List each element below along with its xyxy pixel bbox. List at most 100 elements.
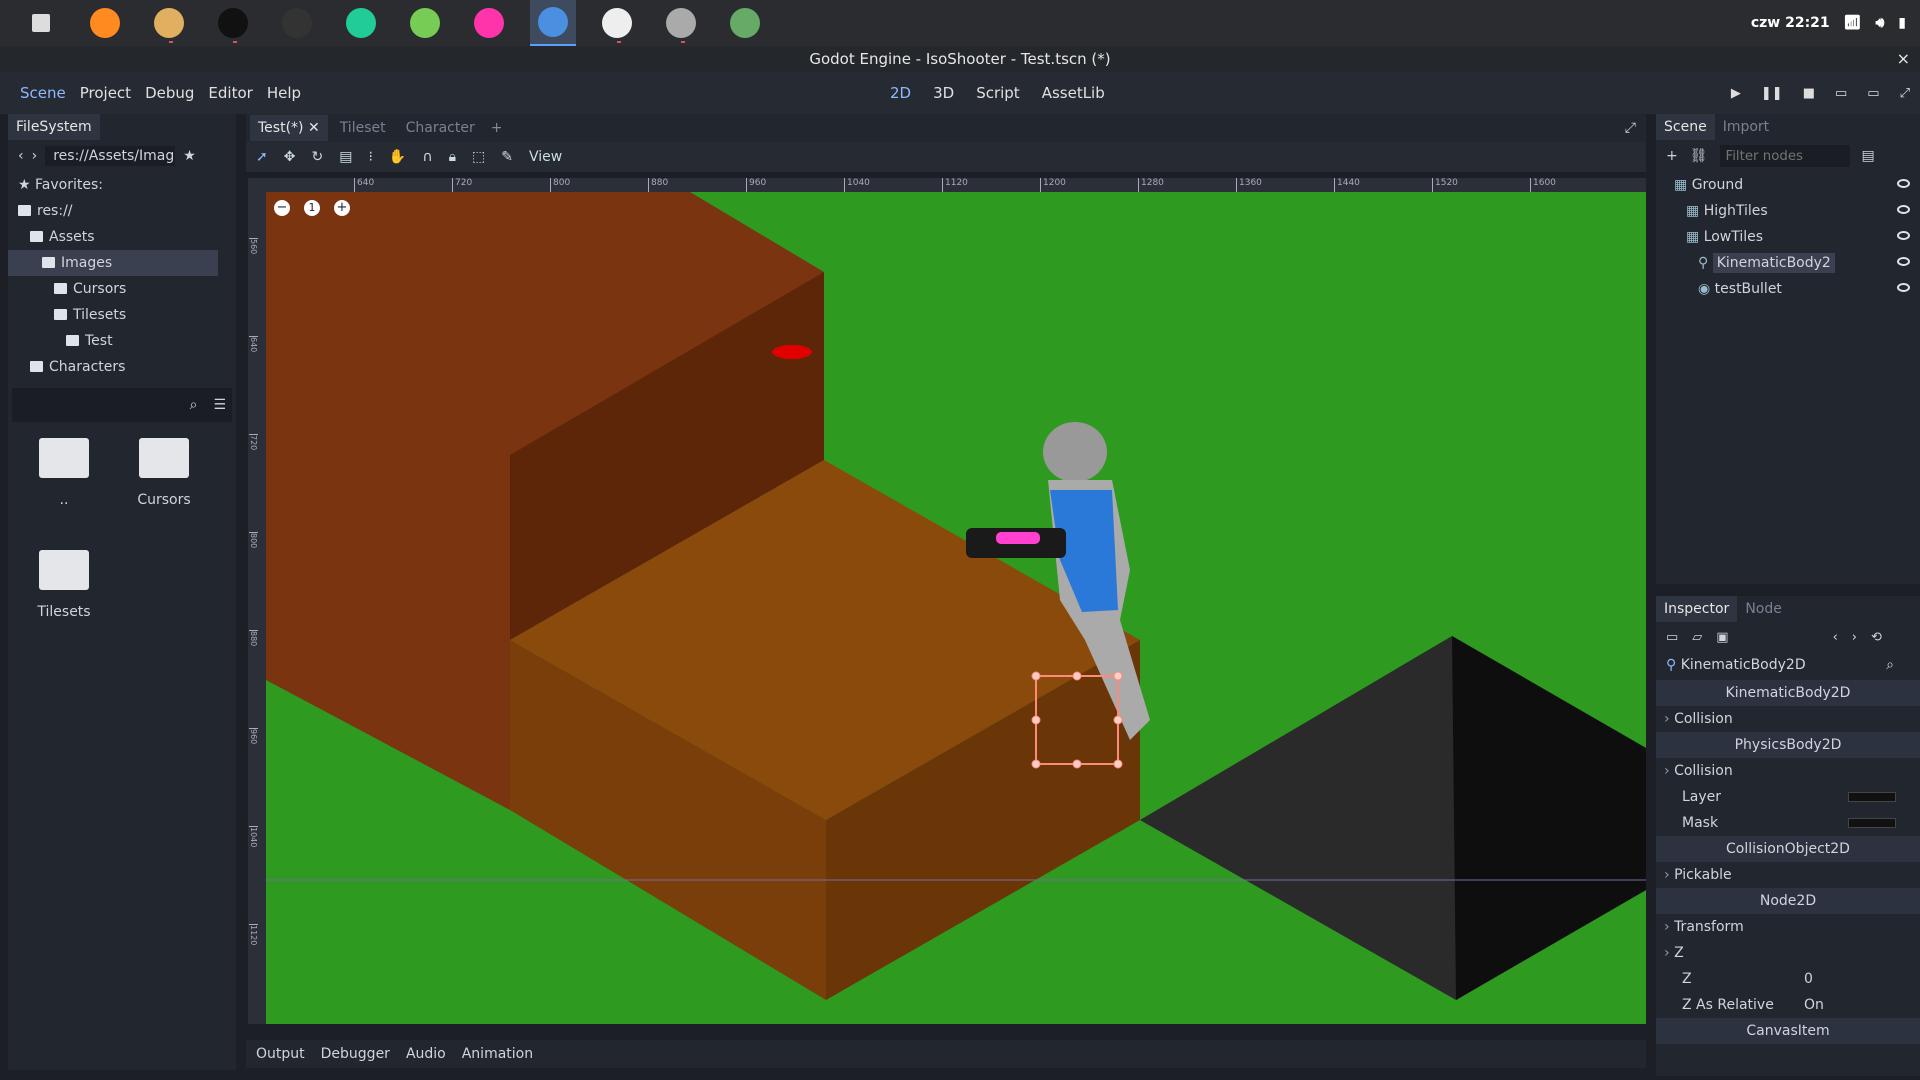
inspector-prop[interactable]: Mask — [1656, 810, 1920, 836]
inspector-group[interactable]: › Collision — [1656, 706, 1920, 732]
close-tab-icon[interactable]: ✕ — [304, 120, 320, 136]
scene-node[interactable]: ▦ HighTiles — [1656, 198, 1920, 224]
layer-bits[interactable] — [1848, 792, 1896, 802]
inspector-prop[interactable]: Z0 — [1656, 966, 1920, 992]
tab-import[interactable]: Import — [1715, 114, 1777, 140]
rotate-tool-icon[interactable]: ↻ — [311, 149, 323, 165]
file-tree-item[interactable]: Test — [8, 328, 236, 354]
scene-node[interactable]: ⚲ KinematicBody2 — [1656, 250, 1920, 276]
wifi-icon[interactable]: 📶︎ — [1844, 15, 1862, 31]
menu-debug[interactable]: Debug — [138, 84, 201, 102]
pan-tool-icon[interactable]: ✋ — [389, 149, 406, 165]
inspector-group[interactable]: › Z — [1656, 940, 1920, 966]
mode-2d[interactable]: 2D — [890, 84, 911, 102]
file-grid-item[interactable]: Tilesets — [14, 546, 114, 658]
taskbar-app-steam[interactable] — [274, 0, 320, 46]
play-icon[interactable]: ▶ — [1731, 86, 1741, 101]
taskbar-app-godot[interactable] — [530, 0, 576, 46]
menu-help[interactable]: Help — [260, 84, 308, 102]
file-tree-item[interactable]: Tilesets — [8, 302, 236, 328]
file-tree-item[interactable]: Assets — [8, 224, 236, 250]
snap-icon[interactable]: ∩ — [422, 149, 432, 165]
back-icon[interactable]: ‹ — [18, 148, 24, 164]
mode-assetlib[interactable]: AssetLib — [1042, 84, 1105, 102]
history-forward-icon[interactable]: › — [1852, 630, 1857, 645]
file-grid-item[interactable]: Cursors — [114, 434, 214, 546]
mode-3d[interactable]: 3D — [933, 84, 954, 102]
bottom-tab-output[interactable]: Output — [256, 1046, 305, 1062]
visibility-eye-icon[interactable] — [1897, 231, 1910, 240]
scene-node[interactable]: ▦ Ground — [1656, 172, 1920, 198]
taskbar-app-terminal[interactable] — [210, 0, 256, 46]
visibility-eye-icon[interactable] — [1897, 257, 1910, 266]
scene-node[interactable]: ◉ testBullet — [1656, 276, 1920, 302]
new-resource-icon[interactable]: ▭ — [1666, 630, 1678, 645]
zoom-out-icon[interactable]: − — [274, 200, 290, 216]
taskbar-app-firefox[interactable] — [82, 0, 128, 46]
volume-icon[interactable]: 🔊︎ — [1875, 15, 1884, 31]
inspector-value[interactable]: 0 — [1804, 966, 1813, 992]
taskbar-app-gimp[interactable] — [658, 0, 704, 46]
history-back-icon[interactable]: ‹ — [1833, 630, 1838, 645]
inspector-group[interactable]: › Pickable — [1656, 862, 1920, 888]
file-tree-item[interactable]: Characters — [8, 354, 236, 380]
visibility-eye-icon[interactable] — [1897, 283, 1910, 292]
scene-node[interactable]: ▦ LowTiles — [1656, 224, 1920, 250]
filter-nodes-input[interactable] — [1719, 145, 1850, 167]
taskbar-app-atom[interactable] — [338, 0, 384, 46]
group-icon[interactable]: ⬚ — [472, 149, 485, 165]
bottom-tab-debugger[interactable]: Debugger — [321, 1046, 390, 1062]
file-tree-item[interactable]: Images — [8, 250, 218, 276]
stop-icon[interactable]: ■ — [1803, 86, 1815, 101]
scale-tool-icon[interactable]: ▤ — [339, 149, 352, 165]
save-resource-icon[interactable]: ▣ — [1716, 630, 1728, 645]
layer-bits[interactable] — [1848, 818, 1896, 828]
add-node-icon[interactable]: + — [1666, 148, 1678, 164]
list-select-icon[interactable]: ⁝ — [368, 149, 372, 165]
menu-scene[interactable]: Scene — [13, 84, 73, 102]
2d-viewport[interactable] — [266, 192, 1646, 1024]
pause-icon[interactable]: ❚❚ — [1761, 86, 1783, 101]
search-icon[interactable]: ⌕ — [190, 397, 198, 413]
taskbar-app-text-editor[interactable] — [594, 0, 640, 46]
bottom-tab-audio[interactable]: Audio — [406, 1046, 446, 1062]
select-tool-icon[interactable]: ➚ — [256, 149, 268, 165]
scene-tab[interactable]: Character — [398, 115, 483, 141]
scene-tab[interactable]: Test(*) ✕ — [250, 115, 328, 141]
favorite-star-icon[interactable]: ★ — [183, 148, 196, 164]
inspector-group[interactable]: › Transform — [1656, 914, 1920, 940]
taskbar-app-file-manager[interactable] — [146, 0, 192, 46]
close-icon[interactable]: × — [1897, 46, 1910, 72]
tab-inspector[interactable]: Inspector — [1656, 596, 1738, 622]
list-view-icon[interactable]: ☰ — [213, 397, 226, 413]
mode-script[interactable]: Script — [976, 84, 1020, 102]
taskbar-app-calculator[interactable] — [722, 0, 768, 46]
node-menu-icon[interactable]: ▤ — [1862, 148, 1875, 164]
taskbar-app-jetbrains[interactable] — [466, 0, 512, 46]
zoom-in-icon[interactable]: + — [334, 200, 350, 216]
inspector-prop[interactable]: Z As Relative On — [1656, 992, 1920, 1018]
visibility-eye-icon[interactable] — [1897, 205, 1910, 214]
play-scene-icon[interactable]: ▭ — [1835, 86, 1847, 101]
inspector-value[interactable]: On — [1804, 992, 1824, 1018]
menu-editor[interactable]: Editor — [201, 84, 259, 102]
bottom-tab-animation[interactable]: Animation — [462, 1046, 533, 1062]
move-tool-icon[interactable]: ✥ — [284, 149, 296, 165]
battery-icon[interactable]: ▮ — [1898, 15, 1906, 31]
link-icon[interactable]: ⛓︎ — [1690, 148, 1708, 164]
open-resource-icon[interactable]: ▱ — [1692, 630, 1702, 645]
tab-node[interactable]: Node — [1737, 596, 1790, 622]
lock-icon[interactable]: 🔒︎ — [449, 149, 456, 165]
inspector-prop[interactable]: Layer — [1656, 784, 1920, 810]
menu-project[interactable]: Project — [73, 84, 138, 102]
file-tree-item[interactable]: res:// — [8, 198, 236, 224]
zoom-reset-button[interactable]: 1 — [304, 200, 320, 216]
forward-icon[interactable]: › — [32, 148, 38, 164]
tab-scene[interactable]: Scene — [1656, 114, 1715, 140]
inspected-object[interactable]: KinematicBody2D — [1681, 657, 1806, 673]
inspector-group[interactable]: › Collision — [1656, 758, 1920, 784]
search-icon[interactable]: ⌕ — [1886, 652, 1894, 678]
bone-icon[interactable]: ✎ — [501, 149, 513, 165]
taskbar-app-android-studio[interactable] — [402, 0, 448, 46]
file-grid-item[interactable]: .. — [14, 434, 114, 546]
